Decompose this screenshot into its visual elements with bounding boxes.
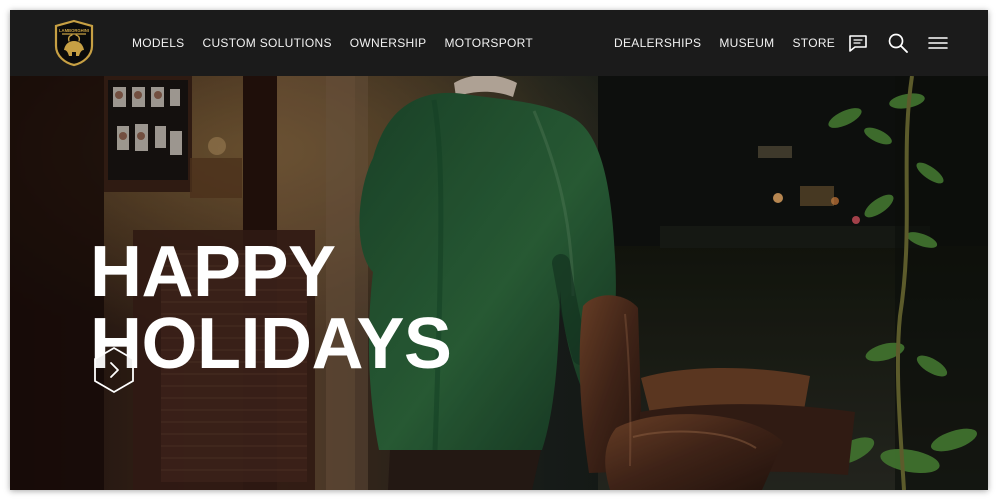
search-icon[interactable]: [886, 31, 910, 55]
hero-banner: HAPPY HOLIDAYS: [10, 76, 988, 490]
hero-title-line-1: HAPPY: [90, 232, 336, 313]
nav-ownership[interactable]: OWNERSHIP: [350, 36, 427, 50]
hero-next-button[interactable]: [90, 346, 138, 394]
logo-text: LAMBORGHINI: [59, 28, 89, 33]
nav-motorsport[interactable]: MOTORSPORT: [444, 36, 533, 50]
hero-title: HAPPY HOLIDAYS: [90, 236, 510, 380]
menu-icon[interactable]: [926, 31, 950, 55]
nav-museum[interactable]: MUSEUM: [719, 36, 774, 50]
primary-navigation: MODELS CUSTOM SOLUTIONS OWNERSHIP MOTORS…: [132, 10, 533, 76]
browser-page: LAMBORGHINI MODELS CUSTOM SOLUTIONS OWNE…: [10, 10, 988, 490]
top-navigation: LAMBORGHINI MODELS CUSTOM SOLUTIONS OWNE…: [10, 10, 988, 76]
nav-dealerships[interactable]: DEALERSHIPS: [614, 36, 701, 50]
secondary-navigation: DEALERSHIPS MUSEUM STORE: [614, 10, 835, 76]
nav-models[interactable]: MODELS: [132, 36, 184, 50]
hero-title-line-2: HOLIDAYS: [90, 304, 452, 385]
lamborghini-logo-icon[interactable]: LAMBORGHINI: [52, 19, 96, 67]
nav-custom-solutions[interactable]: CUSTOM SOLUTIONS: [202, 36, 331, 50]
nav-store[interactable]: STORE: [792, 36, 835, 50]
chat-icon[interactable]: [846, 31, 870, 55]
